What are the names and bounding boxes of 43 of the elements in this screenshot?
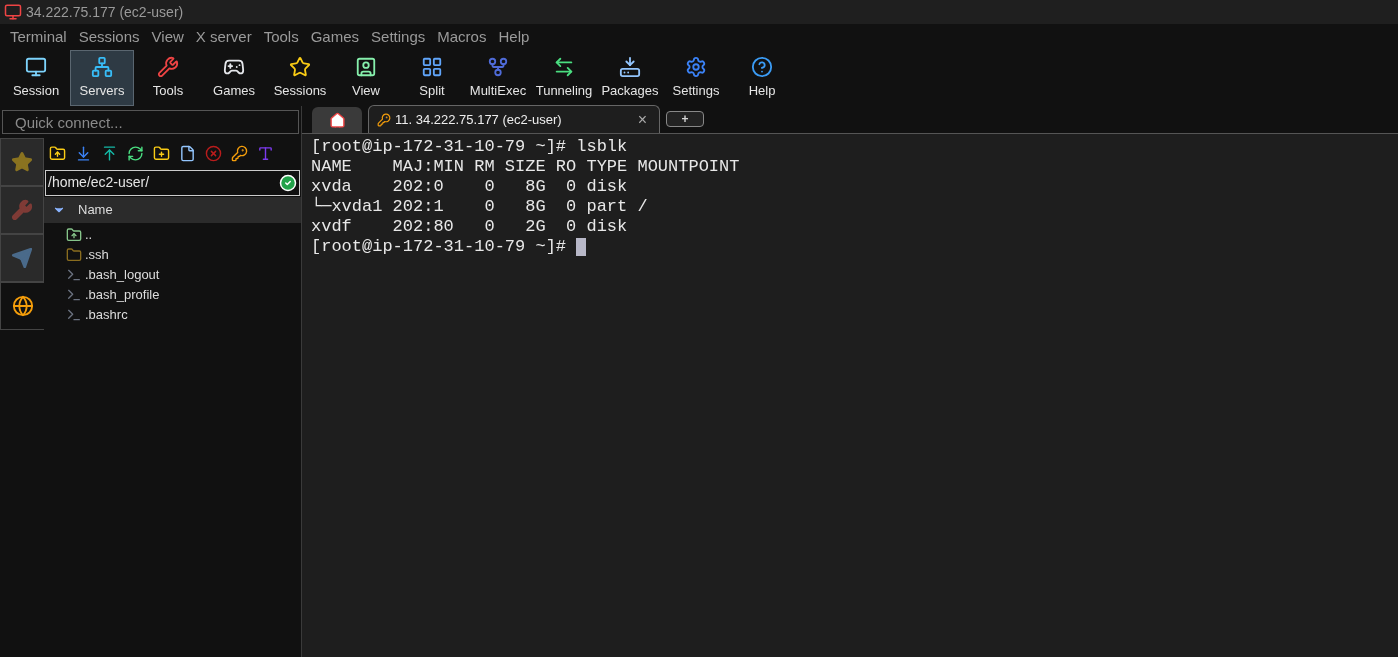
close-tab-button[interactable]: × [633, 107, 651, 132]
toolbar-button[interactable]: Sessions [268, 50, 332, 106]
menu-item[interactable]: Games [304, 25, 366, 49]
column-header[interactable]: Name [44, 196, 301, 223]
menu-item[interactable]: Macros [431, 25, 493, 49]
menu-item[interactable]: Terminal [4, 25, 73, 49]
terminal[interactable]: [root@ip-172-31-10-79 ~]# lsblk NAME MAJ:MIN RM SIZE RO TYPE MOUNTPOINT xvda 202:0 0 8G 0 disk └─xvda1 202:1 0 8G 0 part / xvdf 202:80 0 2G 0 disk [root@ip-172-31-10-79 ~]# [302, 134, 1398, 657]
new-tab-button[interactable]: + [666, 111, 704, 127]
file-name[interactable]: .bash_profile [85, 284, 160, 305]
terminal-line: NAME MAJ:MIN RM SIZE RO TYPE MOUNTPOINT [311, 157, 740, 177]
toolbar-button[interactable]: Tunneling [532, 50, 596, 106]
toolbar-button[interactable]: View [334, 50, 398, 106]
file-name[interactable]: .. [85, 224, 93, 245]
menu-item[interactable]: Sessions [72, 25, 146, 49]
window-title: 34.222.75.177 (ec2-user) [26, 2, 184, 22]
terminal-line: [root@ip-172-31-10-79 ~]# lsblk [311, 137, 628, 157]
toolbar-button[interactable]: MultiExec [466, 50, 530, 106]
menu-item[interactable]: Settings [365, 25, 432, 49]
path-text: /home/ec2-user/ [48, 173, 150, 192]
toolbar-button[interactable]: Tools [136, 50, 200, 106]
menu-item[interactable]: View [145, 25, 190, 49]
toolbar-button[interactable]: Games [202, 50, 266, 106]
terminal-line: xvda 202:0 0 8G 0 disk [311, 177, 628, 196]
terminal-line: xvdf 202:80 0 2G 0 disk [311, 217, 628, 237]
menu-item[interactable]: Help [492, 25, 536, 49]
file-name[interactable]: .ssh [85, 244, 109, 265]
terminal-line: └─xvda1 202:1 0 8G 0 part / [311, 197, 648, 217]
toolbar-button[interactable]: Packages [598, 50, 662, 106]
menu-item[interactable]: X server [189, 25, 258, 49]
toolbar-button[interactable]: Settings [664, 50, 728, 106]
toolbar-button[interactable]: Help [730, 50, 794, 106]
path-field[interactable]: /home/ec2-user/ [45, 169, 300, 196]
toolbar-button[interactable]: Split [400, 50, 464, 106]
terminal-line: [root@ip-172-31-10-79 ~]# [311, 237, 568, 257]
file-name[interactable]: .bash_logout [85, 264, 160, 285]
session-tab[interactable]: 11. 34.222.75.177 (ec2-user) × [368, 105, 660, 133]
menu-item[interactable]: Tools [257, 25, 305, 49]
tab-label: 11. 34.222.75.177 (ec2-user) [395, 110, 563, 129]
quick-connect-field[interactable]: Quick connect... [2, 110, 299, 134]
toolbar-button[interactable]: Servers [70, 50, 134, 106]
file-name[interactable]: .bashrc [85, 304, 128, 325]
column-label: Name [78, 200, 113, 219]
toolbar-button[interactable]: Session [4, 50, 68, 106]
